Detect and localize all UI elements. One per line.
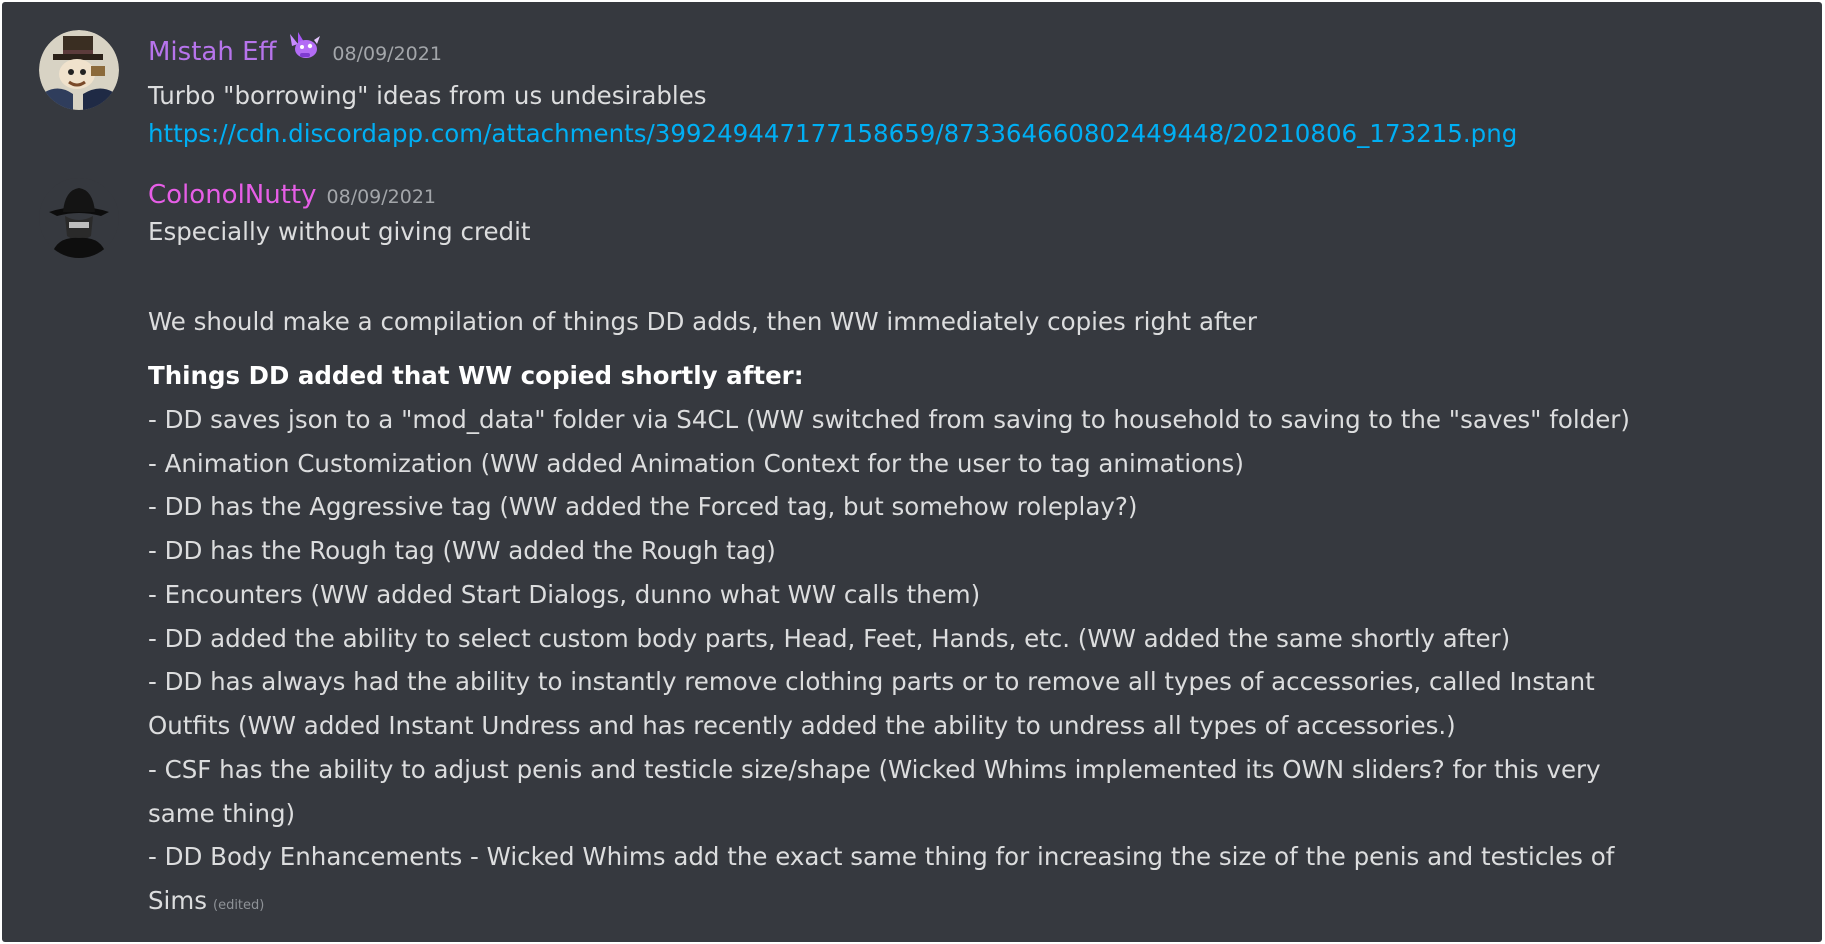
username[interactable]: ColonolNutty: [148, 180, 317, 210]
list-item-text: Sims: [148, 886, 207, 915]
list-item: - DD saves json to a "mod_data" folder v…: [148, 405, 1630, 434]
message-text: We should make a compilation of things D…: [148, 307, 1257, 336]
list-item: - DD Body Enhancements - Wicked Whims ad…: [148, 842, 1615, 871]
message-text: Especially without giving credit: [148, 217, 531, 246]
list-item: - Encounters (WW added Start Dialogs, du…: [148, 580, 981, 609]
username[interactable]: Mistah Eff: [148, 37, 276, 67]
list-item: - DD has the Rough tag (WW added the Rou…: [148, 536, 776, 565]
message-text: Turbo "borrowing" ideas from us undesira…: [148, 81, 707, 110]
message-timestamp: 08/09/2021: [326, 186, 437, 208]
edited-label: (edited): [213, 898, 265, 913]
message-header: Mistah Eff 08/09/2021: [148, 30, 442, 67]
purple-bunny-badge-icon[interactable]: [286, 30, 322, 60]
message-timestamp: 08/09/2021: [332, 43, 442, 65]
list-item: - DD has always had the ability to insta…: [148, 667, 1595, 696]
hooded-silhouette-avatar[interactable]: [39, 178, 119, 258]
top-hat-character-avatar[interactable]: [39, 30, 119, 110]
list-item: same thing): [148, 799, 296, 828]
list-item: - DD added the ability to select custom …: [148, 624, 1511, 653]
list-item: - CSF has the ability to adjust penis an…: [148, 755, 1601, 784]
list-item: Outfits (WW added Instant Undress and ha…: [148, 711, 1456, 740]
message-header: ColonolNutty 08/09/2021: [148, 180, 436, 210]
list-item: - DD has the Aggressive tag (WW added th…: [148, 492, 1138, 521]
list-heading: Things DD added that WW copied shortly a…: [148, 361, 804, 390]
attachment-link[interactable]: https://cdn.discordapp.com/attachments/3…: [148, 118, 1517, 150]
list-item: - Animation Customization (WW added Anim…: [148, 449, 1244, 478]
list-item-last: Sims (edited): [148, 885, 264, 922]
app-root: Mistah Eff 08/09/2021 Turbo "borrowing" …: [0, 0, 1825, 944]
chat-message-panel: Mistah Eff 08/09/2021 Turbo "borrowing" …: [2, 2, 1822, 942]
